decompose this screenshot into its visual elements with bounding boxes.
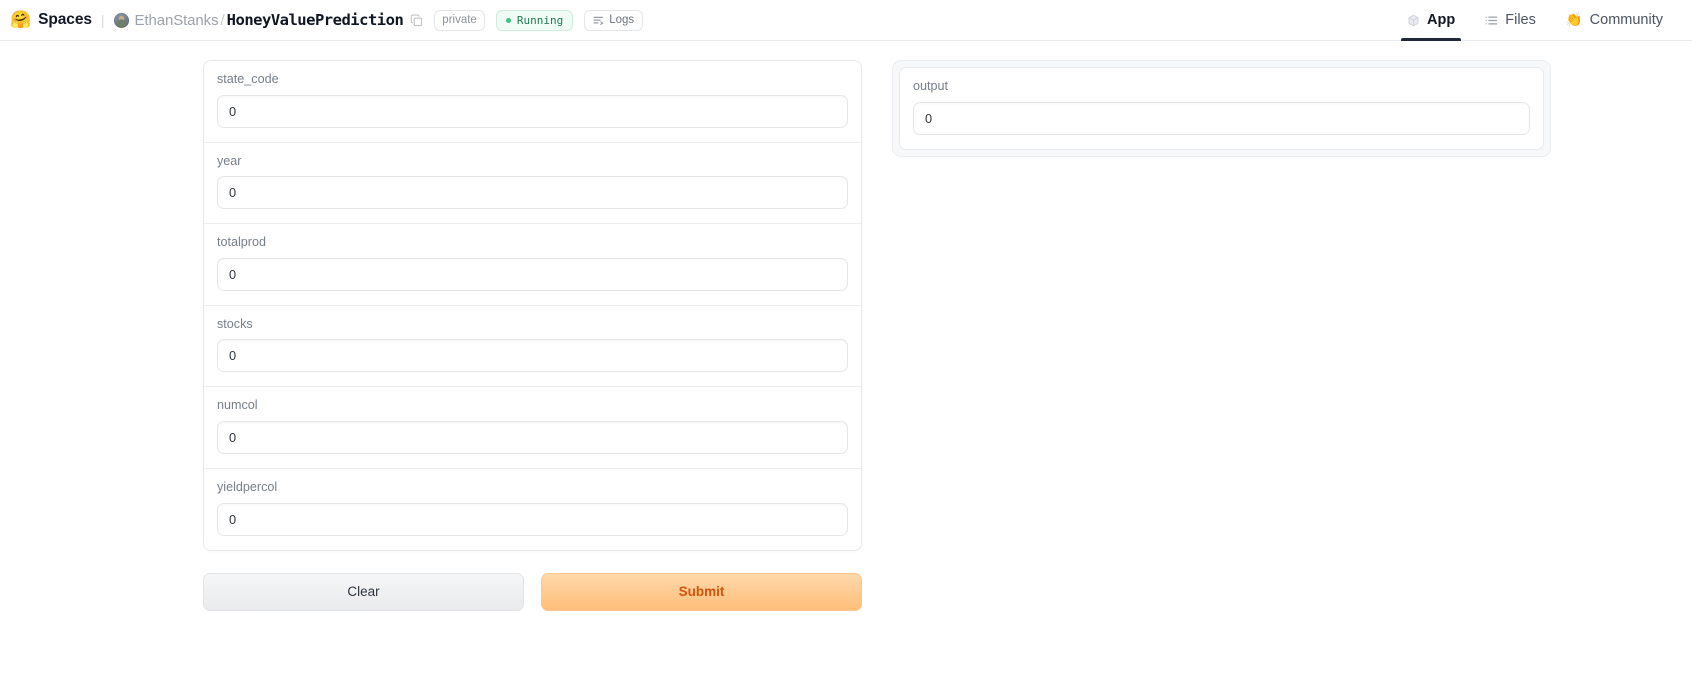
header-divider: |	[100, 12, 105, 28]
label-totalprod: totalprod	[217, 235, 267, 250]
output-value-input[interactable]	[913, 101, 1530, 135]
input-numcol[interactable]	[217, 420, 848, 454]
app-body: state_code year totalprod stocks numcol	[0, 41, 1692, 697]
field-yieldpercol: yieldpercol	[204, 468, 861, 550]
submit-button[interactable]: Submit	[541, 572, 862, 611]
site-header: 🤗 Spaces | EthanStanks / HoneyValuePredi…	[0, 0, 1692, 41]
input-yieldpercol[interactable]	[217, 502, 848, 536]
label-year: year	[217, 153, 242, 168]
input-form-card: state_code year totalprod stocks numcol	[203, 60, 862, 551]
output-field: output	[899, 67, 1544, 150]
input-totalprod[interactable]	[217, 257, 848, 291]
action-button-row: Clear Submit	[203, 572, 862, 611]
header-left: 🤗 Spaces | EthanStanks / HoneyValuePredi…	[10, 9, 1392, 31]
tab-files-label: Files	[1505, 12, 1536, 28]
status-badge-label: Running	[516, 13, 564, 27]
clapping-hands-icon: 👏	[1565, 12, 1583, 28]
status-dot-icon	[505, 17, 511, 23]
field-year: year	[204, 142, 861, 225]
label-stocks: stocks	[217, 316, 253, 331]
label-numcol: numcol	[217, 398, 258, 413]
breadcrumb-slash: /	[220, 11, 225, 29]
breadcrumb-owner[interactable]: EthanStanks	[135, 12, 219, 29]
clear-button[interactable]: Clear	[203, 572, 524, 611]
tab-community[interactable]: 👏 Community	[1551, 0, 1678, 41]
field-stocks: stocks	[204, 305, 861, 388]
tab-app[interactable]: App	[1392, 0, 1470, 41]
owner-avatar[interactable]	[113, 12, 129, 28]
output-card: output	[892, 60, 1551, 157]
field-numcol: numcol	[204, 387, 861, 469]
label-output: output	[913, 79, 949, 93]
logs-button[interactable]: Logs	[584, 9, 644, 31]
breadcrumb-repo[interactable]: HoneyValuePrediction	[227, 11, 404, 29]
cube-icon	[1407, 14, 1420, 27]
logs-icon	[593, 15, 604, 26]
status-badge[interactable]: Running	[495, 9, 574, 31]
input-stocks[interactable]	[217, 339, 848, 373]
hugging-face-logo-icon[interactable]: 🤗	[10, 11, 31, 28]
input-state_code[interactable]	[217, 94, 848, 128]
label-state_code: state_code	[217, 72, 279, 86]
visibility-badge: private	[434, 9, 485, 31]
header-nav-tabs: App Files 👏 Community	[1392, 0, 1678, 41]
spaces-product-link[interactable]: Spaces	[38, 11, 92, 29]
tab-files[interactable]: Files	[1470, 0, 1551, 41]
file-list-icon	[1485, 14, 1498, 27]
tab-app-label: App	[1427, 12, 1456, 28]
logs-label: Logs	[609, 14, 635, 26]
field-state_code: state_code	[204, 61, 861, 143]
output-column: output	[880, 60, 1692, 697]
input-column: state_code year totalprod stocks numcol	[0, 60, 880, 697]
copy-icon[interactable]	[410, 13, 423, 27]
tab-community-label: Community	[1589, 12, 1663, 28]
field-totalprod: totalprod	[204, 224, 861, 306]
input-year[interactable]	[217, 176, 848, 210]
label-yieldpercol: yieldpercol	[217, 479, 278, 494]
